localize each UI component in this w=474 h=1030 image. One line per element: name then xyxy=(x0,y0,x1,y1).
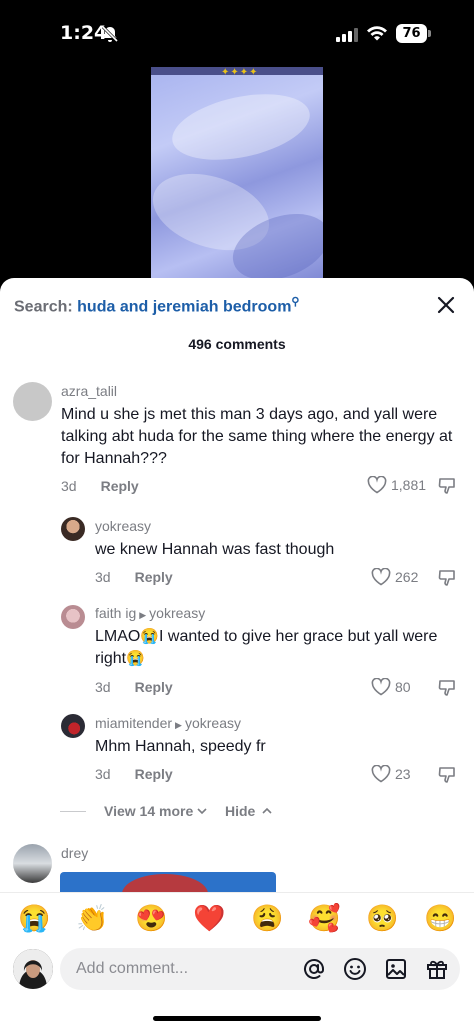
emoji-red-heart[interactable]: ❤️ xyxy=(193,903,225,933)
search-suggestion[interactable]: Search: huda and jeremiah bedroom⚲ xyxy=(14,295,299,316)
emoji-pleading[interactable]: 🥺 xyxy=(366,903,398,933)
like-button[interactable]: 80 xyxy=(371,678,411,696)
reply-username[interactable]: yokreasy xyxy=(95,518,151,534)
reply-meta: 3d Reply xyxy=(95,569,173,585)
heart-icon xyxy=(367,476,387,494)
comment-image[interactable] xyxy=(60,872,276,892)
dislike-icon[interactable] xyxy=(438,477,458,495)
comment-username[interactable]: drey xyxy=(61,845,88,861)
comment-username[interactable]: azra_talil xyxy=(61,383,117,399)
comment-composer xyxy=(0,946,474,996)
comment-count: 496 comments xyxy=(188,336,286,352)
reply-meta: 3d Reply xyxy=(95,679,173,695)
reply-meta: 3d Reply xyxy=(95,766,173,782)
emoji-picker-icon[interactable] xyxy=(343,957,367,981)
comment-field[interactable] xyxy=(60,948,460,990)
emoji-grinning[interactable]: 😁 xyxy=(424,903,456,933)
like-button[interactable]: 1,881 xyxy=(367,476,426,494)
like-button[interactable]: 23 xyxy=(371,765,411,783)
reply-button[interactable]: Reply xyxy=(101,478,139,494)
like-count: 23 xyxy=(395,766,411,782)
image-picker-icon[interactable] xyxy=(384,957,408,981)
comment-meta: 3d Reply xyxy=(61,478,139,494)
mention-icon[interactable] xyxy=(302,957,326,981)
reply-age: 3d xyxy=(95,569,111,585)
hide-replies-button[interactable]: Hide xyxy=(225,803,273,819)
like-button[interactable]: 262 xyxy=(371,568,418,586)
emoji-smiling-hearts[interactable]: 🥰 xyxy=(308,903,340,933)
reply-button[interactable]: Reply xyxy=(135,569,173,585)
reply-age: 3d xyxy=(95,679,111,695)
emoji-weary[interactable]: 😩 xyxy=(251,903,283,933)
battery-tip xyxy=(428,30,431,37)
reply-to-username[interactable]: yokreasy xyxy=(149,605,205,621)
cellular-signal-icon xyxy=(336,28,358,42)
avatar[interactable] xyxy=(61,517,85,541)
emoji-clapping[interactable]: 👏 xyxy=(76,903,108,933)
video-preview[interactable]: ✦✦✦✦ xyxy=(151,67,323,282)
search-icon: ⚲ xyxy=(291,296,300,308)
comment-input[interactable] xyxy=(76,948,296,990)
gift-icon[interactable] xyxy=(425,957,449,981)
home-indicator[interactable] xyxy=(153,1016,321,1021)
status-bar: 1:24 76 xyxy=(0,0,474,64)
reply-to-arrow-icon: ▶ xyxy=(139,610,147,620)
reply-username[interactable]: miamitender ▶ yokreasy xyxy=(95,715,241,731)
emoji-loudly-crying[interactable]: 😭 xyxy=(18,903,50,933)
reply-age: 3d xyxy=(95,766,111,782)
battery-indicator: 76 xyxy=(396,24,427,43)
close-icon[interactable] xyxy=(436,295,456,315)
reply-text: we knew Hannah was fast though xyxy=(95,541,335,558)
reply-text: LMAO😭I wanted to give her grace but yall… xyxy=(95,628,438,667)
wifi-icon xyxy=(367,26,387,41)
quick-emoji-bar: 😭 👏 😍 ❤️ 😩 🥰 🥺 😁 xyxy=(0,892,474,948)
dislike-icon[interactable] xyxy=(438,569,458,587)
like-count: 80 xyxy=(395,679,411,695)
reply-button[interactable]: Reply xyxy=(135,679,173,695)
dislike-icon[interactable] xyxy=(438,679,458,697)
heart-icon xyxy=(371,765,391,783)
avatar[interactable] xyxy=(61,714,85,738)
reply-username[interactable]: faith ig ▶ yokreasy xyxy=(95,605,205,621)
chevron-up-icon xyxy=(262,807,272,814)
like-count: 262 xyxy=(395,569,419,585)
comments-sheet: Search: huda and jeremiah bedroom⚲ 496 c… xyxy=(0,278,474,1030)
reply-to-arrow-icon: ▶ xyxy=(175,720,182,730)
avatar[interactable] xyxy=(61,605,85,629)
dislike-icon[interactable] xyxy=(438,766,458,784)
avatar[interactable] xyxy=(13,844,52,883)
view-more-replies-button[interactable]: View 14 more xyxy=(60,803,208,819)
loudly-crying-emoji: 😭 xyxy=(126,650,145,667)
video-overlay-sparkles: ✦✦✦✦ xyxy=(221,67,259,78)
emoji-heart-eyes[interactable]: 😍 xyxy=(135,903,167,933)
my-avatar[interactable] xyxy=(13,949,53,989)
comment-age: 3d xyxy=(61,478,77,494)
thread-divider xyxy=(60,810,86,812)
comment-text: Mind u she js met this man 3 days ago, a… xyxy=(61,406,453,467)
heart-icon xyxy=(371,678,391,696)
search-label: Search: xyxy=(14,298,73,316)
heart-icon xyxy=(371,568,391,586)
search-query-link[interactable]: huda and jeremiah bedroom xyxy=(77,298,291,315)
chevron-down-icon xyxy=(197,808,207,815)
silent-bell-icon xyxy=(101,25,119,43)
like-count: 1,881 xyxy=(391,477,427,493)
reply-button[interactable]: Reply xyxy=(135,766,173,782)
loudly-crying-emoji: 😭 xyxy=(140,628,160,645)
my-avatar-image xyxy=(13,949,53,989)
reply-text: Mhm Hannah, speedy fr xyxy=(95,738,266,755)
avatar[interactable] xyxy=(13,382,52,421)
reply-to-username[interactable]: yokreasy xyxy=(185,715,241,731)
